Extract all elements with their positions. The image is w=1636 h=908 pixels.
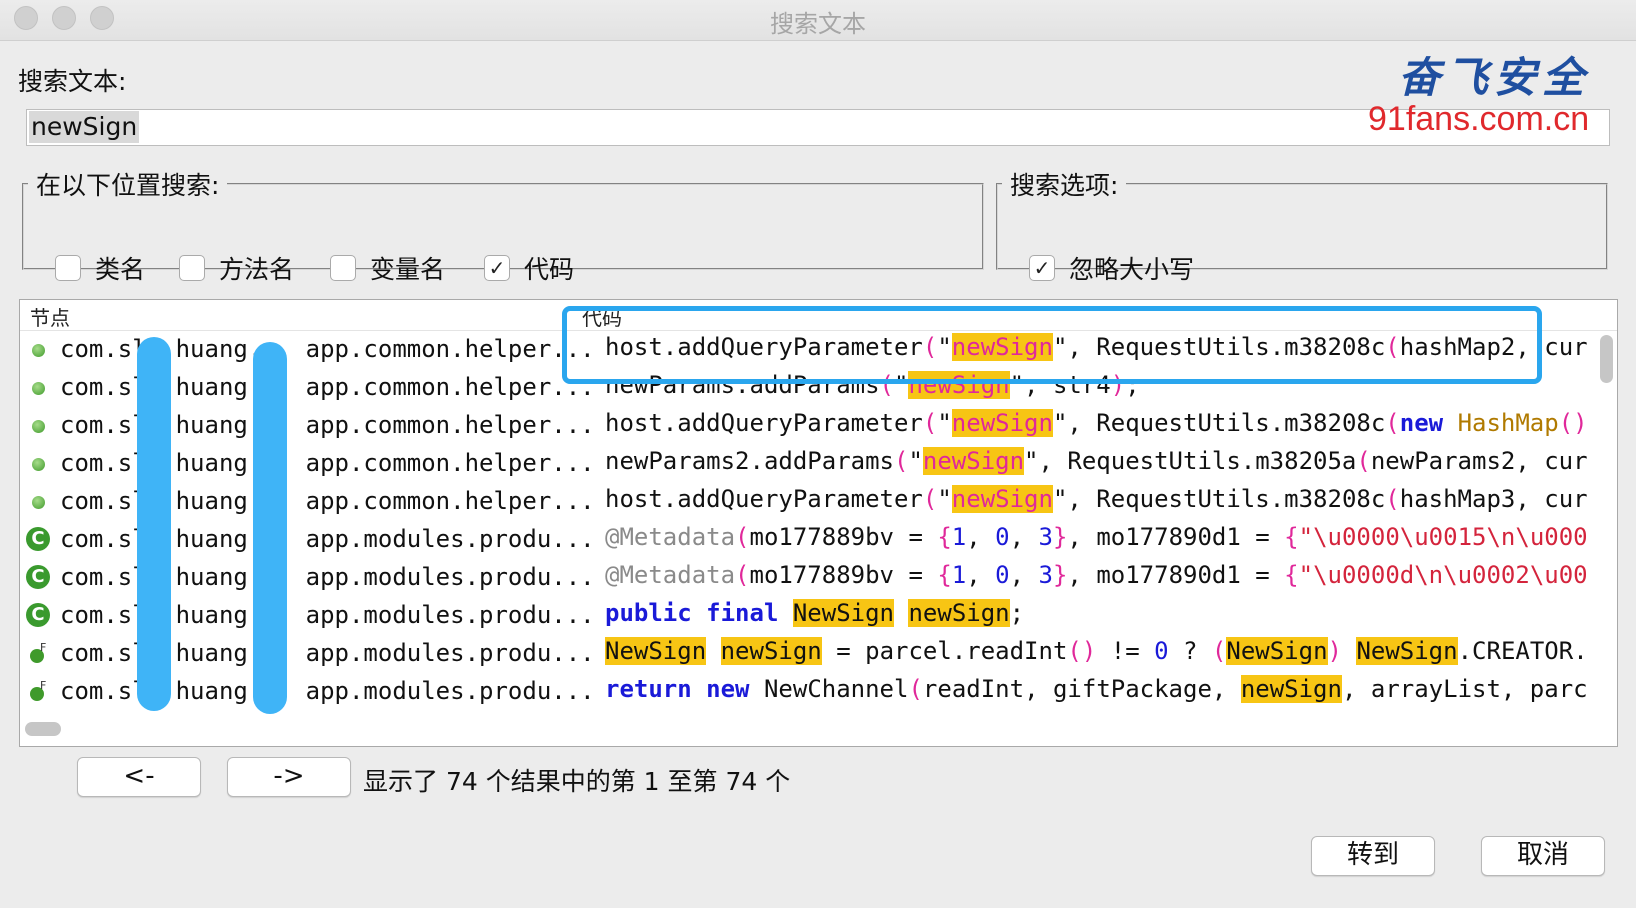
redaction-bar xyxy=(137,337,171,711)
svg-text:F: F xyxy=(40,679,46,692)
watermark-brand: 奋飞安全 xyxy=(1398,53,1591,102)
field-icon: F xyxy=(30,641,46,663)
option-variable-name[interactable]: 变量名 xyxy=(330,250,445,286)
search-in-legend: 在以下位置搜索: xyxy=(36,171,220,200)
horizontal-scrollbar[interactable] xyxy=(25,722,61,736)
method-name-label: 方法名 xyxy=(219,255,295,284)
class-icon: C xyxy=(26,603,50,627)
row-code: host.addQueryParameter("newSign", Reques… xyxy=(605,485,1587,513)
column-header-node[interactable]: 节点 xyxy=(30,302,70,331)
search-in-group: 在以下位置搜索: 类名 方法名 变量名 ✓ 代码 xyxy=(22,166,984,284)
annotation-highlight-box xyxy=(562,306,1542,384)
method-icon xyxy=(32,344,45,357)
search-input-value: newSign xyxy=(29,111,140,143)
svg-text:F: F xyxy=(40,641,46,654)
code-label: 代码 xyxy=(524,255,575,284)
search-options-legend: 搜索选项: xyxy=(1010,171,1119,200)
window-title: 搜索文本 xyxy=(770,10,866,38)
option-code[interactable]: ✓ 代码 xyxy=(484,250,574,286)
vertical-scrollbar[interactable] xyxy=(1600,335,1613,383)
checkmark-icon: ✓ xyxy=(488,256,506,280)
goto-button[interactable]: 转到 xyxy=(1311,836,1435,876)
results-status: 显示了 74 个结果中的第 1 至第 74 个 xyxy=(363,767,791,796)
row-code: NewSign newSign = parcel.readInt() != 0 … xyxy=(605,637,1587,665)
row-code: return new NewChannel(readInt, giftPacka… xyxy=(605,675,1587,703)
method-name-checkbox[interactable] xyxy=(179,255,205,281)
prev-page-button[interactable]: <- xyxy=(77,757,201,797)
watermark-url: 91fans.com.cn xyxy=(1368,100,1590,138)
cancel-button[interactable]: 取消 xyxy=(1481,836,1605,876)
option-method-name[interactable]: 方法名 xyxy=(179,250,294,286)
search-text-label: 搜索文本: xyxy=(18,67,127,96)
title-bar: 搜索文本 xyxy=(0,0,1636,41)
class-name-label: 类名 xyxy=(95,255,146,284)
method-icon xyxy=(32,382,45,395)
variable-name-label: 变量名 xyxy=(370,255,446,284)
option-class-name[interactable]: 类名 xyxy=(55,250,145,286)
field-icon: F xyxy=(30,679,46,701)
ignore-case-label: 忽略大小写 xyxy=(1069,255,1195,284)
row-code: public final NewSign newSign; xyxy=(605,599,1025,627)
method-icon xyxy=(32,458,45,471)
checkmark-icon: ✓ xyxy=(1033,256,1051,280)
row-code: host.addQueryParameter("newSign", Reques… xyxy=(605,409,1587,437)
variable-name-checkbox[interactable] xyxy=(330,255,356,281)
method-icon xyxy=(32,420,45,433)
redaction-bar xyxy=(253,342,287,714)
next-page-button[interactable]: -> xyxy=(227,757,351,797)
option-ignore-case[interactable]: ✓ 忽略大小写 xyxy=(1029,250,1194,286)
row-code: @Metadata(mo177889bv = {1, 0, 3}, mo1778… xyxy=(605,561,1587,589)
code-checkbox[interactable]: ✓ xyxy=(484,255,510,281)
class-name-checkbox[interactable] xyxy=(55,255,81,281)
method-icon xyxy=(32,496,45,509)
row-code: newParams2.addParams("newSign", RequestU… xyxy=(605,447,1587,475)
search-options-group: 搜索选项: ✓ 忽略大小写 xyxy=(996,166,1608,284)
class-icon: C xyxy=(26,565,50,589)
ignore-case-checkbox[interactable]: ✓ xyxy=(1029,255,1055,281)
class-icon: C xyxy=(26,527,50,551)
row-code: @Metadata(mo177889bv = {1, 0, 3}, mo1778… xyxy=(605,523,1587,551)
